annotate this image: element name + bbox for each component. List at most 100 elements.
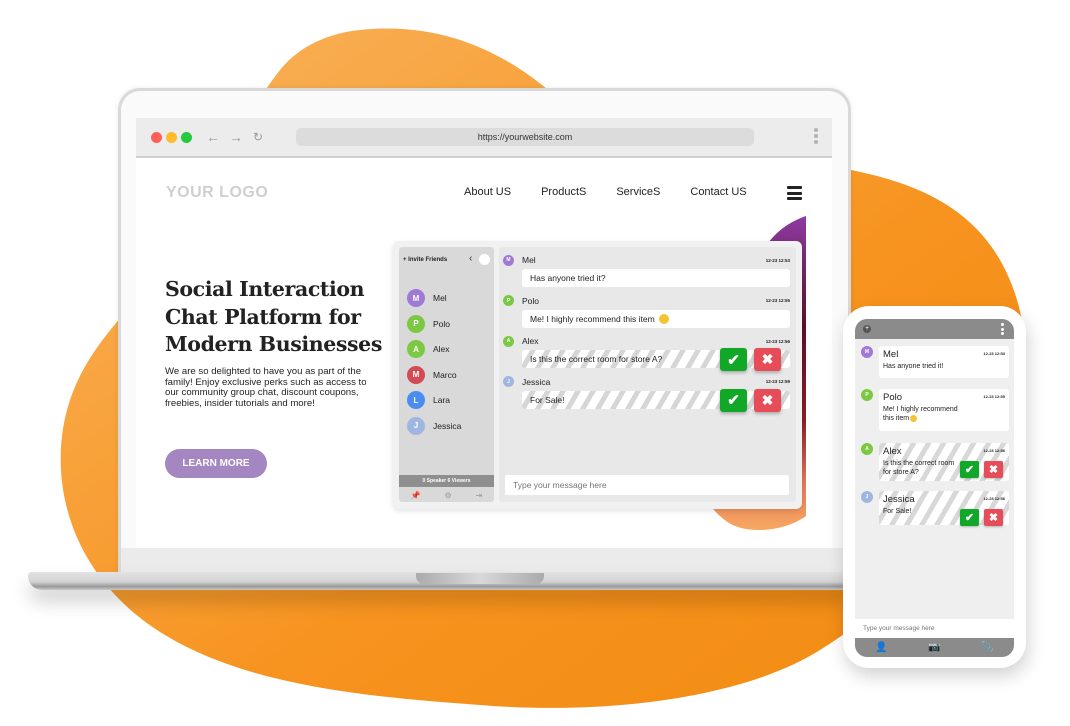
arrow-left-icon[interactable]: ← [206, 128, 220, 146]
member-name: Marco [433, 369, 457, 380]
message-card: Polo 12-23 12:55 Me! I highly recommend th… [879, 389, 1009, 431]
laptop-notch [416, 573, 544, 584]
member-item[interactable]: M Marco [407, 365, 457, 384]
paperclip-icon[interactable]: 📎 [981, 642, 993, 653]
message-text: Me! I highly recommend this item [883, 406, 958, 422]
arrow-right-icon[interactable]: → [229, 128, 243, 146]
message-bubble: Me! I highly recommend this item [522, 309, 790, 328]
message-bubble: Has anyone tried it? [522, 269, 790, 287]
approve-button[interactable]: ✔ [720, 348, 747, 371]
chat-message: M Mel 12-23 12:53 Has anyone tried it? [503, 254, 790, 287]
avatar: A [861, 443, 873, 455]
learn-more-button[interactable]: LEARN MORE [165, 449, 267, 478]
member-name: Polo [433, 318, 451, 329]
hero-title-line: Modern Businesses [165, 332, 382, 356]
avatar: J [861, 491, 873, 503]
chat-message: A Alex 12-23 12:56 Is this the correct room… [503, 335, 790, 371]
message-text: For Sale! [883, 508, 912, 515]
avatar: A [407, 340, 425, 358]
hero-description: We are so delighted to have you as part … [165, 366, 367, 409]
browser-toolbar: ← → ↻ https://yourwebsite.com [136, 118, 832, 158]
chat-message: J Jessica 12-23 12:59 For Sale! ✔ ✖ [503, 376, 790, 412]
chevron-left-icon[interactable]: ‹ [469, 253, 472, 264]
member-name: Mel [433, 293, 447, 303]
message-bubble: Is this the correct room for store A? ✔ ✖ [522, 348, 790, 371]
member-item[interactable]: L Lara [407, 391, 450, 409]
chat-thread: M Mel 12-23 12:53 Has anyone tried it? P Polo… [499, 247, 796, 502]
sender-name: Jessica [522, 376, 551, 387]
gear-icon[interactable]: ⚙ [445, 491, 452, 500]
timestamp: 12-23 12:53 [983, 351, 1005, 356]
viewer-count: 0 Speaker 6 Viewers [399, 475, 494, 487]
avatar: P [407, 314, 425, 333]
nav-about[interactable]: About US [464, 186, 511, 198]
nav-services[interactable]: ServiceS [616, 186, 660, 198]
avatar: M [407, 365, 425, 384]
laptop-chin [121, 548, 848, 572]
reload-icon[interactable]: ↻ [253, 128, 263, 146]
hero-title: Social Interaction Chat Platform for Mod… [165, 276, 385, 359]
message-card: Mel 12-23 12:53 Has anyone tried it! [879, 346, 1009, 378]
phone-header: + [855, 319, 1014, 339]
message-text: Is this the correct room for store A? [530, 354, 663, 364]
avatar: P [503, 295, 514, 306]
avatar: L [407, 391, 425, 409]
hero-title-line: Chat Platform for [165, 304, 361, 329]
avatar: P [861, 389, 873, 401]
approve-button[interactable]: ✔ [960, 461, 979, 478]
phone-footer: 👤 📷 📎 [855, 638, 1014, 657]
nav-products[interactable]: ProductS [541, 186, 586, 198]
member-name: Alex [433, 344, 450, 354]
site-logo[interactable]: YOUR LOGO [166, 184, 268, 202]
message-text: Me! I highly recommend this item [530, 313, 655, 324]
avatar: J [407, 416, 425, 435]
laptop-screen: ← → ↻ https://yourwebsite.com YOUR LOGO … [136, 118, 832, 548]
timestamp: 12-23 12:56 [765, 338, 790, 344]
kebab-menu-icon[interactable] [1001, 323, 1004, 337]
member-name: Jessica [433, 420, 462, 431]
reject-button[interactable]: ✖ [754, 388, 781, 412]
member-item[interactable]: P Polo [407, 314, 451, 333]
reject-button[interactable]: ✖ [984, 509, 1003, 526]
site-nav: About US ProductS ServiceS Contact US [464, 186, 777, 198]
smile-emoji-icon [910, 414, 918, 422]
sender-name: Mel [522, 255, 536, 265]
hamburger-icon[interactable] [787, 186, 802, 200]
member-item[interactable]: M Mel [407, 289, 447, 307]
phone-message-input[interactable] [855, 619, 1014, 638]
pin-icon[interactable]: 📌 [411, 491, 421, 500]
reject-button[interactable]: ✖ [754, 348, 781, 371]
message-input[interactable] [505, 475, 789, 495]
member-item[interactable]: J Jessica [407, 416, 462, 435]
camera-icon[interactable]: 📷 [928, 642, 940, 653]
approve-button[interactable]: ✔ [960, 509, 979, 526]
exit-icon[interactable]: ⇥ [475, 491, 482, 500]
avatar: M [407, 289, 425, 307]
member-item[interactable]: A Alex [407, 340, 450, 358]
chat-message: P Polo 12-23 12:55 Me! I highly recommend t… [503, 295, 790, 328]
maximize-window-button[interactable] [181, 132, 192, 143]
user-icon[interactable]: 👤 [875, 642, 887, 653]
avatar: J [503, 376, 514, 387]
add-icon[interactable]: + [863, 325, 871, 333]
close-window-button[interactable] [151, 132, 162, 143]
invite-friends-button[interactable]: + Invite Friends [403, 257, 447, 263]
avatar: A [503, 335, 514, 347]
avatar: M [503, 254, 514, 266]
reject-button[interactable]: ✖ [984, 461, 1003, 478]
member-name: Lara [433, 395, 451, 405]
chat-sidebar: + Invite Friends ‹ M Mel P Polo A Alex M Marco L… [399, 247, 494, 502]
smile-emoji-icon [658, 314, 669, 325]
hero-title-line: Social Interaction [165, 277, 365, 301]
approve-button[interactable]: ✔ [720, 388, 747, 412]
kebab-menu-icon[interactable] [814, 128, 818, 148]
minimize-window-button[interactable] [166, 132, 177, 143]
timestamp: 12-23 12:56 [983, 448, 1005, 453]
avatar: M [861, 346, 873, 358]
url-bar[interactable]: https://yourwebsite.com [296, 128, 754, 146]
timestamp: 12-23 12:55 [765, 298, 790, 303]
nav-contact[interactable]: Contact US [690, 186, 746, 198]
message-bubble: For Sale! ✔ ✖ [522, 388, 790, 412]
search-icon[interactable] [479, 254, 490, 265]
message-card: Jessica 12-23 12:56 For Sale! ✔ ✖ [879, 491, 1009, 526]
